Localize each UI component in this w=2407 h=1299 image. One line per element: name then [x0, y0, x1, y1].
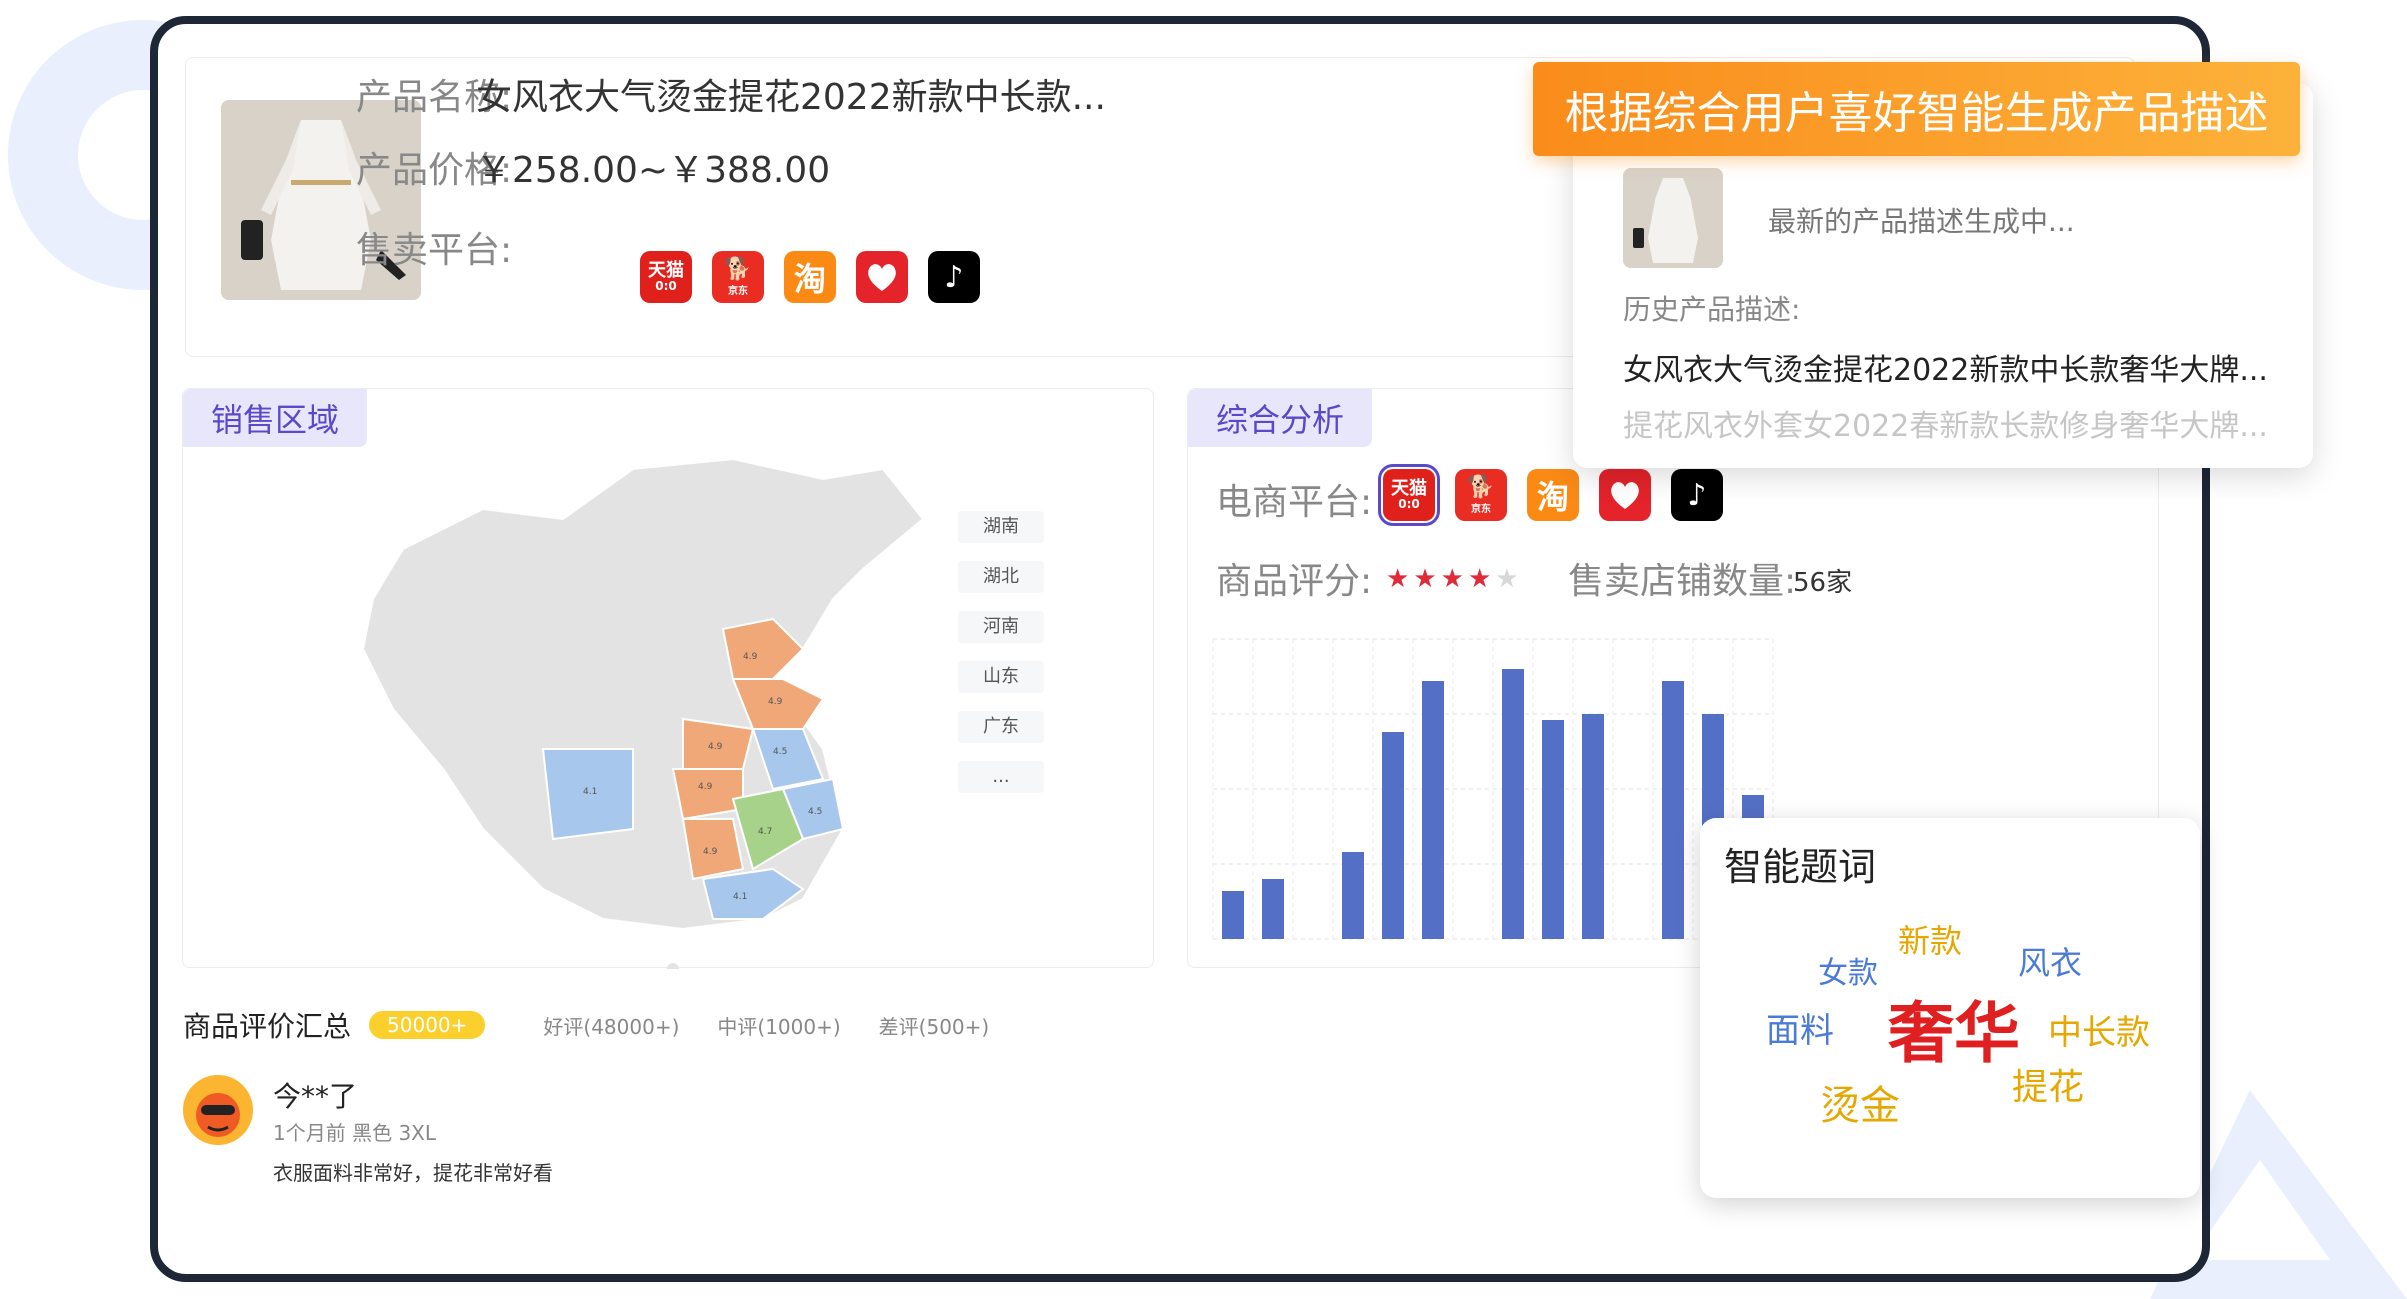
- sale-platform-icons: 天猫 0:0 🐕 京东 淘 ♪: [640, 251, 980, 303]
- tiktok-icon[interactable]: ♪: [928, 251, 980, 303]
- star-filled-icon: ★: [1386, 564, 1410, 594]
- keyword[interactable]: 女款: [1818, 948, 1878, 992]
- review-username: 今**了: [273, 1080, 358, 1113]
- keyword[interactable]: 烫金: [1820, 1073, 1900, 1131]
- pinduoduo-icon[interactable]: [856, 251, 908, 303]
- map-value-label: 4.1: [733, 892, 747, 902]
- keyword[interactable]: 中长款: [2048, 1005, 2150, 1054]
- review-summary: 商品评价汇总 50000+ 好评(48000+) 中评(1000+) 差评(50…: [183, 1005, 1083, 1195]
- tmall-icon[interactable]: 天猫 0:0: [1378, 464, 1440, 526]
- popup-product-thumbnail: [1623, 168, 1723, 268]
- keyword-primary[interactable]: 奢华: [1888, 980, 2020, 1076]
- chart-bar[interactable]: [1502, 669, 1524, 939]
- taobao-icon[interactable]: 淘: [1527, 469, 1579, 521]
- map-value-label: 4.5: [808, 807, 822, 817]
- chart-bar[interactable]: [1662, 681, 1684, 939]
- map-value-label: 4.1: [583, 787, 597, 797]
- chart-bar[interactable]: [1342, 852, 1364, 939]
- legend-item[interactable]: 河南: [958, 611, 1044, 643]
- filter-positive[interactable]: 好评(48000+): [543, 1011, 679, 1040]
- product-price-value: ￥258.00~￥388.00: [476, 150, 831, 191]
- chart-bar[interactable]: [1382, 732, 1404, 939]
- legend-item[interactable]: 湖北: [958, 561, 1044, 593]
- smart-keywords-card: 智能题词 新款 女款 风衣 面料 奢华 中长款 提花 烫金: [1700, 818, 2200, 1198]
- star-filled-icon: ★: [1413, 564, 1437, 594]
- history-item[interactable]: 提花风衣外套女2022春新款长款修身奢华大牌...: [1623, 401, 2268, 445]
- legend-item[interactable]: 山东: [958, 661, 1044, 693]
- jd-icon[interactable]: 🐕 京东: [1455, 469, 1507, 521]
- map-value-label: 4.7: [758, 827, 772, 837]
- history-item[interactable]: 女风衣大气烫金提花2022新款中长款奢华大牌...: [1623, 345, 2268, 389]
- keyword[interactable]: 新款: [1898, 916, 1962, 962]
- china-map[interactable]: 4.9 4.9 4.9 4.5 4.1 4.9 4.9 4.7 4.5 4.1: [303, 449, 1003, 969]
- ecommerce-platform-icons: 天猫 0:0 🐕 京东 淘 ♪: [1378, 464, 1723, 526]
- review-text: 衣服面料非常好，提花非常好看: [273, 1161, 553, 1185]
- map-value-label: 4.9: [703, 847, 718, 857]
- region-legend: 湖南 湖北 河南 山东 广东 ...: [958, 511, 1044, 793]
- history-label: 历史产品描述:: [1623, 293, 1801, 326]
- rating-stars: ★ ★ ★ ★ ★: [1386, 564, 1519, 594]
- filter-negative[interactable]: 差评(500+): [879, 1011, 990, 1040]
- jd-icon[interactable]: 🐕 京东: [712, 251, 764, 303]
- map-value-label: 4.9: [743, 652, 758, 662]
- analysis-tab[interactable]: 综合分析: [1188, 389, 1373, 447]
- filter-neutral[interactable]: 中评(1000+): [717, 1011, 840, 1040]
- smart-keywords-title: 智能题词: [1724, 845, 1877, 889]
- legend-item[interactable]: 湖南: [958, 511, 1044, 543]
- chart-bar[interactable]: [1262, 879, 1284, 939]
- chart-bar[interactable]: [1222, 891, 1244, 939]
- review-summary-title: 商品评价汇总: [183, 1010, 352, 1043]
- tmall-icon[interactable]: 天猫 0:0: [640, 251, 692, 303]
- keyword[interactable]: 面料: [1766, 1003, 1834, 1052]
- chart-bar[interactable]: [1542, 720, 1564, 939]
- map-region-hubei[interactable]: [671, 768, 744, 821]
- star-filled-icon: ★: [1440, 564, 1464, 594]
- star-empty-icon: ★: [1495, 564, 1519, 594]
- sale-platform-label: 售卖平台:: [356, 230, 513, 271]
- taobao-icon[interactable]: 淘: [784, 251, 836, 303]
- store-count-label: 售卖店铺数量:: [1568, 561, 1797, 602]
- smart-description-banner: 根据综合用户喜好智能生成产品描述: [1533, 62, 2300, 156]
- legend-item[interactable]: ...: [958, 761, 1044, 793]
- rating-label: 商品评分:: [1216, 561, 1373, 602]
- product-name-value: 女风衣大气烫金提花2022新款中长款...: [476, 77, 1106, 118]
- review-meta: 1个月前 黑色 3XL: [273, 1121, 437, 1145]
- chart-bar[interactable]: [1582, 714, 1604, 939]
- legend-item[interactable]: 广东: [958, 711, 1044, 743]
- review-item: 今**了 1个月前 黑色 3XL 衣服面料非常好，提花非常好看: [183, 1075, 1083, 1195]
- sales-region-card: 销售区域 4.9 4.9 4.9 4.5 4.1 4.9 4.9 4.7 4.5…: [182, 388, 1154, 969]
- map-value-label: 4.5: [773, 747, 787, 757]
- sales-region-tab[interactable]: 销售区域: [183, 389, 368, 447]
- store-count-value: 56家: [1793, 568, 1853, 598]
- chart-bar[interactable]: [1422, 681, 1444, 939]
- map-value-label: 4.9: [708, 742, 723, 752]
- tiktok-icon[interactable]: ♪: [1671, 469, 1723, 521]
- avatar[interactable]: [183, 1075, 253, 1145]
- pinduoduo-icon[interactable]: [1599, 469, 1651, 521]
- review-total-badge: 50000+: [369, 1011, 486, 1039]
- star-filled-icon: ★: [1467, 564, 1492, 594]
- generating-status: 最新的产品描述生成中...: [1768, 205, 2075, 238]
- ecommerce-platform-label: 电商平台:: [1216, 482, 1373, 523]
- keyword[interactable]: 风衣: [2018, 938, 2082, 984]
- map-value-label: 4.9: [768, 697, 783, 707]
- map-value-label: 4.9: [698, 782, 713, 792]
- keyword[interactable]: 提花: [2012, 1058, 2084, 1110]
